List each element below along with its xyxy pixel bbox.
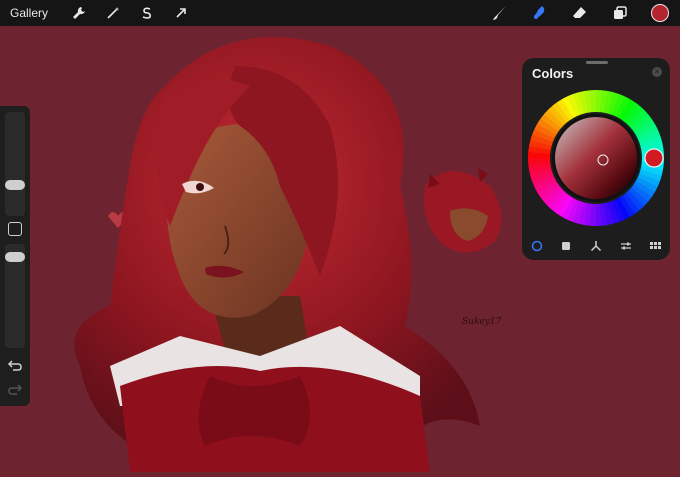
brush-icon[interactable] (480, 0, 520, 26)
selection-s-icon[interactable] (130, 0, 164, 26)
hue-selector[interactable] (644, 148, 664, 168)
top-toolbar: Gallery (0, 0, 680, 26)
brush-size-thumb[interactable] (5, 180, 25, 190)
smudge-icon[interactable] (520, 0, 560, 26)
brush-size-slider[interactable] (5, 112, 25, 216)
classic-mode-icon[interactable] (558, 238, 574, 254)
signature: Sukey17 (462, 317, 502, 327)
left-sidebar (0, 106, 30, 406)
eraser-icon[interactable] (560, 0, 600, 26)
colors-panel: Colors × (522, 58, 670, 260)
undo-icon[interactable] (7, 358, 23, 372)
modify-button[interactable] (8, 222, 22, 236)
color-mode-bar (522, 236, 670, 256)
disc-mode-icon[interactable] (529, 238, 545, 254)
current-color-swatch[interactable] (640, 0, 680, 26)
magic-wand-icon[interactable] (96, 0, 130, 26)
layers-icon[interactable] (600, 0, 640, 26)
harmony-mode-icon[interactable] (588, 238, 604, 254)
color-disc[interactable] (526, 88, 666, 228)
close-icon[interactable]: × (652, 67, 662, 77)
wrench-icon[interactable] (62, 0, 96, 26)
saturation-brightness-disc[interactable] (555, 117, 637, 199)
transform-arrow-icon[interactable] (164, 0, 198, 26)
opacity-thumb[interactable] (5, 252, 25, 262)
value-mode-icon[interactable] (618, 238, 634, 254)
palettes-mode-icon[interactable] (647, 238, 663, 254)
gallery-button[interactable]: Gallery (10, 6, 48, 20)
panel-title: Colors (532, 66, 574, 81)
redo-icon[interactable] (7, 382, 23, 396)
panel-grabber[interactable] (586, 61, 608, 64)
